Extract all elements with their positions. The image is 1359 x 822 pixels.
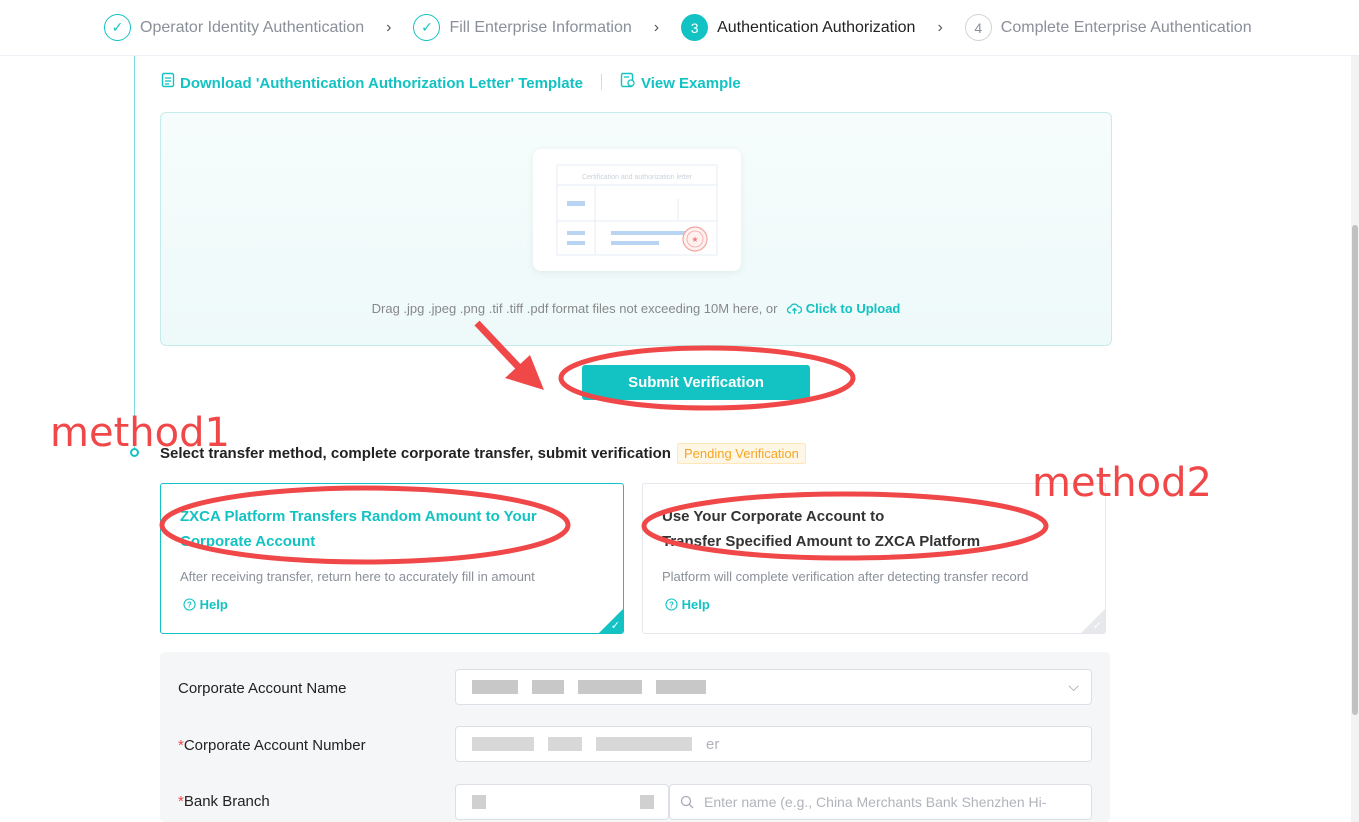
- method2-highlight-ellipse: [641, 491, 1049, 561]
- arrow: [474, 320, 544, 390]
- method2-annotation: method2: [1032, 460, 1212, 506]
- method1-annotation: method1: [50, 410, 230, 456]
- submit-highlight-ellipse: [558, 345, 856, 411]
- method1-highlight-ellipse: [159, 485, 571, 565]
- scrollbar-thumb[interactable]: [1352, 225, 1358, 715]
